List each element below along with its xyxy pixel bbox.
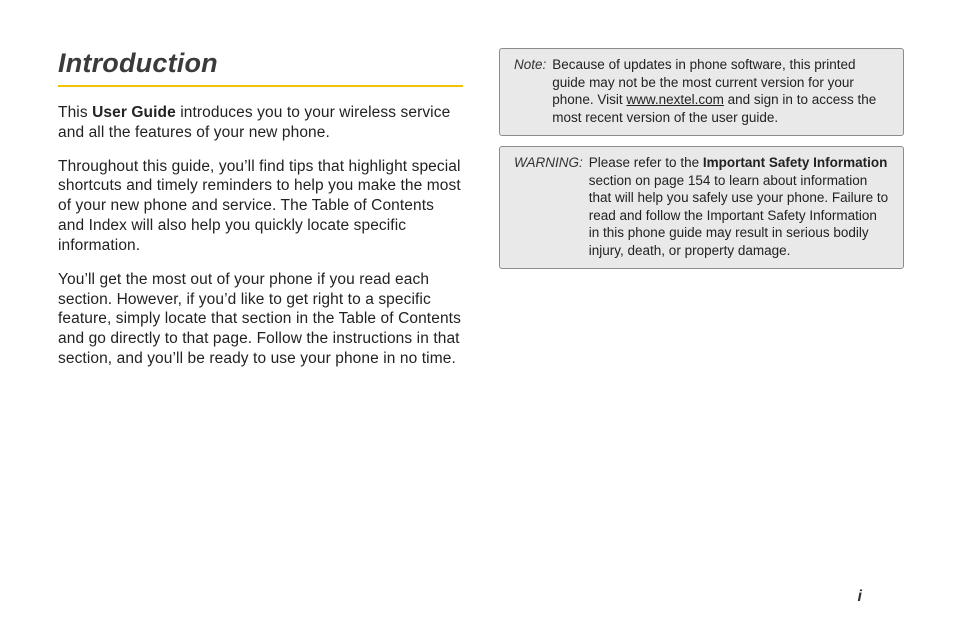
note-label: Note: <box>514 56 546 126</box>
p1-bold: User Guide <box>92 104 176 121</box>
intro-paragraph-1: This User Guide introduces you to your w… <box>58 103 463 143</box>
warning-body: Please refer to the Important Safety Inf… <box>589 154 891 259</box>
section-title: Introduction <box>58 48 463 79</box>
page-content: Introduction This User Guide introduces … <box>0 0 954 413</box>
page-number: i <box>858 588 862 606</box>
warning-body-post: section on page 154 to learn about infor… <box>589 173 888 258</box>
warning-body-pre: Please refer to the <box>589 155 703 170</box>
column-left: Introduction This User Guide introduces … <box>58 48 463 383</box>
note-callout: Note: Because of updates in phone softwa… <box>499 48 904 136</box>
warning-bold: Important Safety Information <box>703 155 888 170</box>
intro-paragraph-2: Throughout this guide, you’ll find tips … <box>58 157 463 256</box>
column-right: Note: Because of updates in phone softwa… <box>499 48 904 383</box>
p1-text-pre: This <box>58 104 92 121</box>
intro-paragraph-3: You’ll get the most out of your phone if… <box>58 270 463 369</box>
note-body: Because of updates in phone software, th… <box>552 56 891 126</box>
title-rule <box>58 85 463 87</box>
warning-label: WARNING: <box>514 154 583 259</box>
warning-callout: WARNING: Please refer to the Important S… <box>499 146 904 269</box>
note-link[interactable]: www.nextel.com <box>626 92 724 107</box>
